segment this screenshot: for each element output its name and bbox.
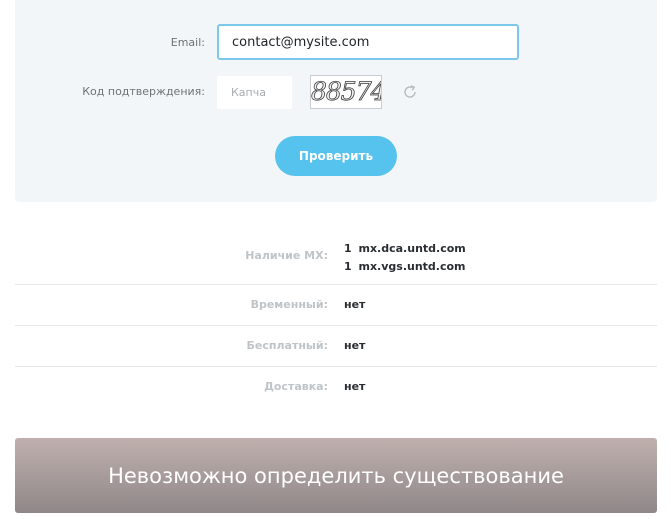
result-row-mx: Наличие MX: 1 mx.dca.untd.com 1 mx.vgs.u… — [15, 228, 657, 285]
email-check-page: Email: Код подтверждения: 88574 Проверит… — [0, 0, 671, 519]
delivery-label: Доставка: — [264, 380, 328, 393]
delivery-value: нет — [344, 380, 366, 393]
captcha-input[interactable] — [217, 76, 292, 109]
email-label: Email: — [170, 36, 205, 49]
free-value: нет — [344, 339, 366, 352]
mx-host: mx.vgs.untd.com — [358, 260, 466, 273]
mx-priority: 1 — [344, 260, 352, 273]
result-row-delivery: Доставка: нет — [15, 367, 657, 408]
mx-priority: 1 — [344, 242, 352, 255]
mx-host: mx.dca.untd.com — [358, 242, 466, 255]
status-text: Невозможно определить существование — [108, 463, 564, 488]
result-row-temporary: Временный: нет — [15, 285, 657, 326]
mx-label: Наличие MX: — [245, 249, 328, 262]
captcha-image: 88574 — [310, 75, 382, 109]
mx-records: 1 mx.dca.untd.com 1 mx.vgs.untd.com — [344, 240, 466, 276]
email-input[interactable] — [217, 24, 519, 60]
free-label: Бесплатный: — [246, 339, 328, 352]
check-button[interactable]: Проверить — [275, 136, 397, 176]
refresh-icon[interactable] — [401, 83, 419, 101]
temporary-value: нет — [344, 298, 366, 311]
check-form: Email: Код подтверждения: 88574 Проверит… — [15, 0, 657, 202]
status-banner: Невозможно определить существование — [15, 438, 657, 513]
temporary-label: Временный: — [250, 298, 328, 311]
result-row-free: Бесплатный: нет — [15, 326, 657, 367]
mx-record: 1 mx.dca.untd.com — [344, 240, 466, 258]
confirmation-code-label: Код подтверждения: — [82, 85, 205, 98]
results-table: Наличие MX: 1 mx.dca.untd.com 1 mx.vgs.u… — [15, 228, 657, 408]
mx-record: 1 mx.vgs.untd.com — [344, 258, 466, 276]
